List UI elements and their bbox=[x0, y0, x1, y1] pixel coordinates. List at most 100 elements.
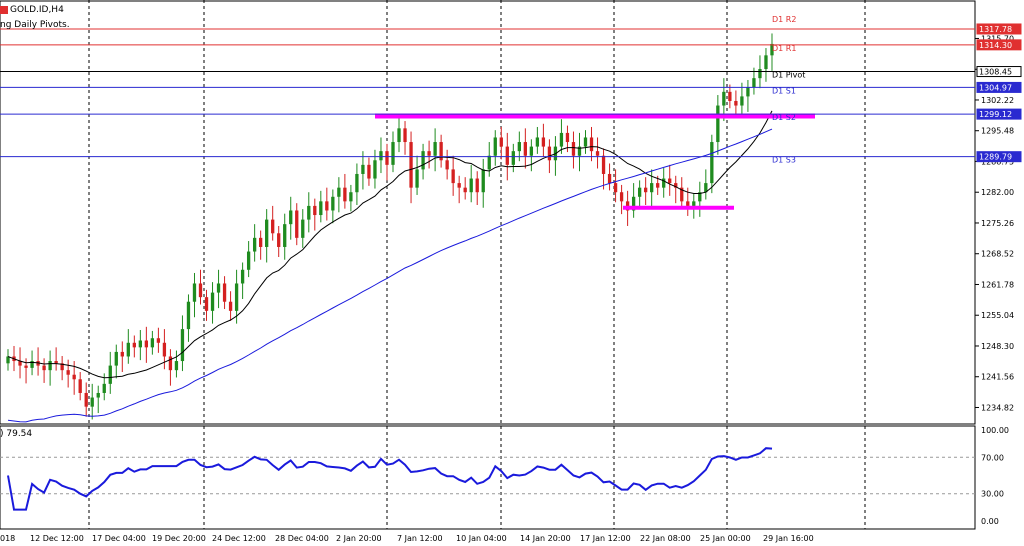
moving-average-fast bbox=[7, 110, 773, 379]
candle bbox=[337, 187, 341, 197]
x-tick-label: 018 bbox=[0, 534, 15, 543]
x-tick-label: 14 Jan 20:00 bbox=[520, 534, 571, 543]
candle bbox=[445, 160, 449, 170]
candle bbox=[66, 370, 70, 375]
y-tick-label: 1275.26 bbox=[981, 219, 1014, 228]
candle bbox=[234, 283, 239, 311]
y-tick-label: 1282.00 bbox=[981, 188, 1014, 197]
price-badge-text: 1289.79 bbox=[979, 153, 1012, 162]
candle bbox=[162, 342, 167, 357]
candle bbox=[559, 132, 564, 147]
candle bbox=[289, 210, 293, 225]
candle bbox=[96, 392, 100, 398]
symbol-label: GOLD.ID,H4 bbox=[10, 5, 64, 15]
candle bbox=[547, 146, 552, 161]
candle bbox=[535, 137, 540, 147]
candle bbox=[607, 173, 612, 184]
candle bbox=[511, 151, 515, 165]
candle bbox=[325, 201, 329, 211]
symbol-header: GOLD.ID,H4 bbox=[0, 5, 64, 15]
candle bbox=[487, 155, 491, 170]
candle bbox=[529, 146, 534, 156]
candle bbox=[427, 151, 431, 156]
candle bbox=[48, 361, 52, 371]
x-tick-label: 28 Dec 04:00 bbox=[275, 534, 329, 543]
candle bbox=[656, 183, 660, 188]
candle bbox=[144, 340, 149, 348]
candle bbox=[150, 338, 155, 348]
candle bbox=[198, 283, 203, 298]
candle bbox=[361, 164, 365, 174]
candle bbox=[481, 169, 485, 193]
candle bbox=[752, 78, 756, 88]
candle bbox=[246, 251, 251, 270]
candle bbox=[240, 269, 245, 284]
candle bbox=[493, 137, 497, 156]
candle bbox=[265, 219, 269, 247]
x-tick-label: 19 Dec 20:00 bbox=[152, 534, 206, 543]
candle bbox=[650, 183, 654, 193]
candle bbox=[499, 137, 503, 147]
candle bbox=[415, 169, 419, 188]
candle bbox=[307, 205, 311, 220]
candle bbox=[722, 91, 726, 106]
candle bbox=[403, 128, 407, 143]
x-tick-label: 10 Jan 04:00 bbox=[456, 534, 507, 543]
price-badge-text: 1308.45 bbox=[979, 68, 1012, 77]
candle bbox=[619, 192, 624, 202]
moving-average-slow bbox=[7, 128, 773, 423]
candle bbox=[283, 224, 287, 247]
x-tick-label: 12 Dec 12:00 bbox=[30, 534, 84, 543]
candle bbox=[517, 142, 521, 152]
candle bbox=[571, 142, 576, 156]
candle bbox=[343, 187, 347, 202]
candle bbox=[349, 192, 353, 202]
y-tick-label: 1241.56 bbox=[981, 373, 1014, 382]
chart-type-icon bbox=[0, 5, 8, 14]
rsi-tick-label: 0.00 bbox=[981, 517, 999, 526]
candle bbox=[541, 137, 546, 147]
candle bbox=[710, 142, 714, 184]
candle bbox=[637, 187, 642, 197]
candle bbox=[373, 160, 377, 179]
candle bbox=[734, 100, 738, 106]
candle bbox=[379, 151, 383, 161]
candle bbox=[78, 379, 82, 393]
candle bbox=[114, 351, 118, 366]
candle bbox=[746, 87, 750, 97]
candle bbox=[409, 142, 413, 188]
candle bbox=[613, 183, 618, 193]
candle bbox=[277, 233, 281, 247]
candle bbox=[595, 151, 600, 156]
candle bbox=[192, 283, 197, 302]
x-tick-label: 24 Dec 12:00 bbox=[212, 534, 266, 543]
y-tick-label: 1295.48 bbox=[981, 127, 1014, 136]
x-tick-label: 29 Jan 16:00 bbox=[763, 534, 814, 543]
candle bbox=[102, 383, 106, 393]
candle bbox=[692, 201, 696, 206]
candle bbox=[313, 205, 317, 216]
rsi-tick-label: 100.00 bbox=[981, 426, 1009, 435]
y-tick-label: 1255.04 bbox=[981, 311, 1014, 320]
x-tick-label: 7 Jan 12:00 bbox=[397, 534, 443, 543]
candle bbox=[385, 151, 389, 165]
y-tick-label: 1302.22 bbox=[981, 96, 1014, 105]
price-badge-text: 1304.97 bbox=[979, 83, 1012, 92]
rsi-plot-frame bbox=[0, 425, 976, 530]
pivot-label: D1 S3 bbox=[772, 156, 796, 165]
x-tick-label: 2 Jan 20:00 bbox=[336, 534, 382, 543]
candle bbox=[42, 365, 46, 371]
trading-chart[interactable]: 1315.701308.951302.221295.481288.751282.… bbox=[0, 0, 1024, 546]
candle bbox=[271, 219, 275, 234]
candle bbox=[583, 137, 588, 147]
candle bbox=[668, 178, 672, 184]
candle bbox=[180, 329, 185, 362]
y-tick-label: 1261.78 bbox=[981, 280, 1014, 289]
y-tick-label: 1268.52 bbox=[981, 250, 1014, 259]
price-badge-text: 1317.78 bbox=[979, 25, 1012, 34]
candle bbox=[120, 351, 124, 357]
candle bbox=[758, 69, 762, 79]
candle bbox=[168, 356, 173, 371]
candle bbox=[740, 96, 744, 106]
x-tick-label: 17 Jan 12:00 bbox=[580, 534, 631, 543]
